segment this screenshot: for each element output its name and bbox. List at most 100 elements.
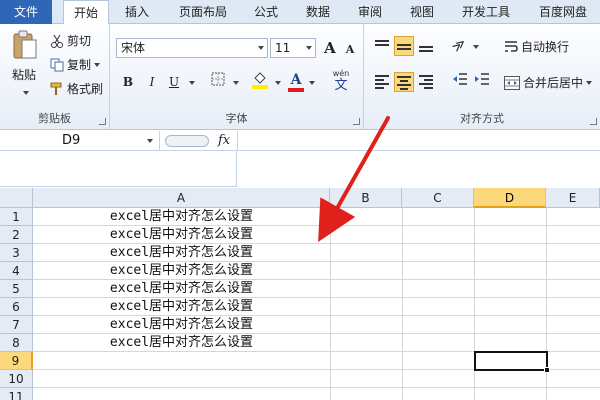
orientation-button[interactable]: ≫ [450, 35, 470, 56]
row-header-1[interactable]: 1 [0, 208, 33, 226]
excel-window: 文件 开始 插入 页面布局 公式 数据 审阅 视图 开发工具 百度网盘 粘贴 剪… [0, 0, 600, 400]
active-cell-d9[interactable] [474, 351, 550, 373]
align-top-button[interactable] [372, 36, 392, 56]
paste-button[interactable]: 粘贴 [6, 30, 42, 100]
italic-glyph: I [149, 75, 155, 89]
tab-data[interactable]: 数据 [300, 0, 336, 24]
tab-insert[interactable]: 插入 [118, 0, 156, 24]
cell-a2[interactable]: excel居中对齐怎么设置 [33, 226, 330, 244]
tab-baidu-netdisk[interactable]: 百度网盘 [532, 0, 594, 24]
grow-font-button[interactable]: A [320, 38, 340, 58]
tab-home[interactable]: 开始 [63, 0, 109, 25]
row-header-3[interactable]: 3 [0, 244, 33, 262]
clipboard-icon [11, 30, 37, 60]
column-header-e[interactable]: E [546, 188, 600, 208]
italic-button[interactable]: I [142, 72, 162, 92]
align-middle-button[interactable] [394, 36, 414, 56]
clipboard-dialog-launcher-icon[interactable] [99, 118, 106, 125]
decrease-indent-button[interactable] [450, 72, 470, 92]
grow-font-glyph: A [324, 39, 336, 57]
shrink-font-glyph: A [345, 43, 355, 56]
align-bottom-button[interactable] [416, 36, 436, 56]
tab-developer[interactable]: 开发工具 [456, 0, 516, 24]
align-left-button[interactable] [372, 72, 392, 92]
alignment-group-label: 对齐方式 [460, 112, 504, 125]
align-right-button[interactable] [416, 72, 436, 92]
formula-input[interactable] [237, 131, 600, 151]
borders-dropdown-icon[interactable] [233, 81, 239, 85]
row-header-2[interactable]: 2 [0, 226, 33, 244]
column-header-b[interactable]: B [330, 188, 402, 208]
font-dialog-launcher-icon[interactable] [353, 118, 360, 125]
tab-view[interactable]: 视图 [404, 0, 440, 24]
phonetic-guide-button[interactable]: wén 文 [326, 68, 356, 96]
paste-dropdown-icon[interactable] [22, 91, 29, 95]
font-color-dropdown-icon[interactable] [309, 81, 315, 85]
formula-bar-resize-handle[interactable] [165, 135, 209, 147]
select-all-corner[interactable] [0, 188, 33, 208]
orientation-dropdown-icon[interactable] [473, 45, 479, 49]
phonetic-char: 文 [334, 78, 348, 93]
fx-icon: fx [218, 133, 231, 148]
cell-a8[interactable]: excel居中对齐怎么设置 [33, 334, 330, 352]
wrap-text-label: 自动换行 [521, 40, 570, 54]
tab-page-layout[interactable]: 页面布局 [172, 0, 234, 24]
cell-a4[interactable]: excel居中对齐怎么设置 [33, 262, 330, 280]
borders-button[interactable] [208, 72, 228, 92]
cell-a3[interactable]: excel居中对齐怎么设置 [33, 244, 330, 262]
font-name-select[interactable]: 宋体 [116, 38, 268, 58]
wrap-text-button[interactable]: 自动换行 [504, 38, 569, 55]
align-center-button[interactable] [394, 72, 414, 92]
row-header-8[interactable]: 8 [0, 334, 33, 352]
bold-button[interactable]: B [118, 72, 138, 92]
fill-color-button[interactable] [250, 70, 270, 94]
cut-button[interactable]: 剪切 [50, 32, 91, 49]
merge-center-button[interactable]: 合并后居中 [504, 74, 593, 91]
column-header-c[interactable]: C [402, 188, 474, 208]
increase-indent-button[interactable] [472, 72, 492, 92]
cell-a5[interactable]: excel居中对齐怎么设置 [33, 280, 330, 298]
clipboard-group-label: 剪贴板 [38, 112, 71, 125]
merge-cells-icon [504, 75, 520, 90]
row-header-10[interactable]: 10 [0, 370, 33, 388]
column-header-a[interactable]: A [33, 188, 330, 208]
row-header-11[interactable]: 11 [0, 388, 33, 400]
bold-glyph: B [122, 75, 134, 89]
tab-review[interactable]: 审阅 [352, 0, 388, 24]
cell-a6[interactable]: excel居中对齐怎么设置 [33, 298, 330, 316]
insert-function-button[interactable]: fx [218, 131, 230, 151]
font-color-button[interactable]: A [286, 70, 306, 94]
fill-handle[interactable] [544, 367, 550, 373]
name-box-value: D9 [62, 133, 81, 148]
row-header-6[interactable]: 6 [0, 298, 33, 316]
row-header-4[interactable]: 4 [0, 262, 33, 280]
cell-a7[interactable]: excel居中对齐怎么设置 [33, 316, 330, 334]
format-painter-button[interactable]: 格式刷 [50, 80, 103, 97]
alignment-dialog-launcher-icon[interactable] [590, 118, 597, 125]
row-header-9[interactable]: 9 [0, 352, 33, 370]
chevron-down-icon [258, 46, 264, 50]
underline-button[interactable]: U [164, 72, 184, 92]
align-right-icon [419, 75, 433, 89]
cell-a1[interactable]: excel居中对齐怎么设置 [33, 208, 330, 226]
merge-dropdown-icon[interactable] [586, 80, 593, 85]
shrink-font-button[interactable]: A [340, 40, 360, 60]
row-header-7[interactable]: 7 [0, 316, 33, 334]
clipboard-group: 粘贴 剪切 复制 格式刷 剪贴板 [0, 24, 110, 130]
increase-indent-icon [474, 72, 490, 86]
formula-bar: D9 fx [0, 131, 600, 151]
align-bottom-icon [419, 40, 433, 52]
align-left-icon [375, 75, 389, 89]
column-header-d[interactable]: D [474, 188, 546, 208]
chevron-down-icon[interactable] [147, 139, 153, 143]
fill-color-dropdown-icon[interactable] [275, 81, 281, 85]
row-header-5[interactable]: 5 [0, 280, 33, 298]
font-size-select[interactable]: 11 [270, 38, 316, 58]
underline-dropdown-icon[interactable] [189, 81, 195, 85]
paint-bucket-icon [252, 70, 268, 90]
name-box[interactable]: D9 [0, 131, 160, 151]
tab-file[interactable]: 文件 [0, 0, 52, 24]
copy-button[interactable]: 复制 [50, 56, 101, 73]
copy-dropdown-icon[interactable] [94, 62, 101, 67]
tab-formulas[interactable]: 公式 [248, 0, 284, 24]
